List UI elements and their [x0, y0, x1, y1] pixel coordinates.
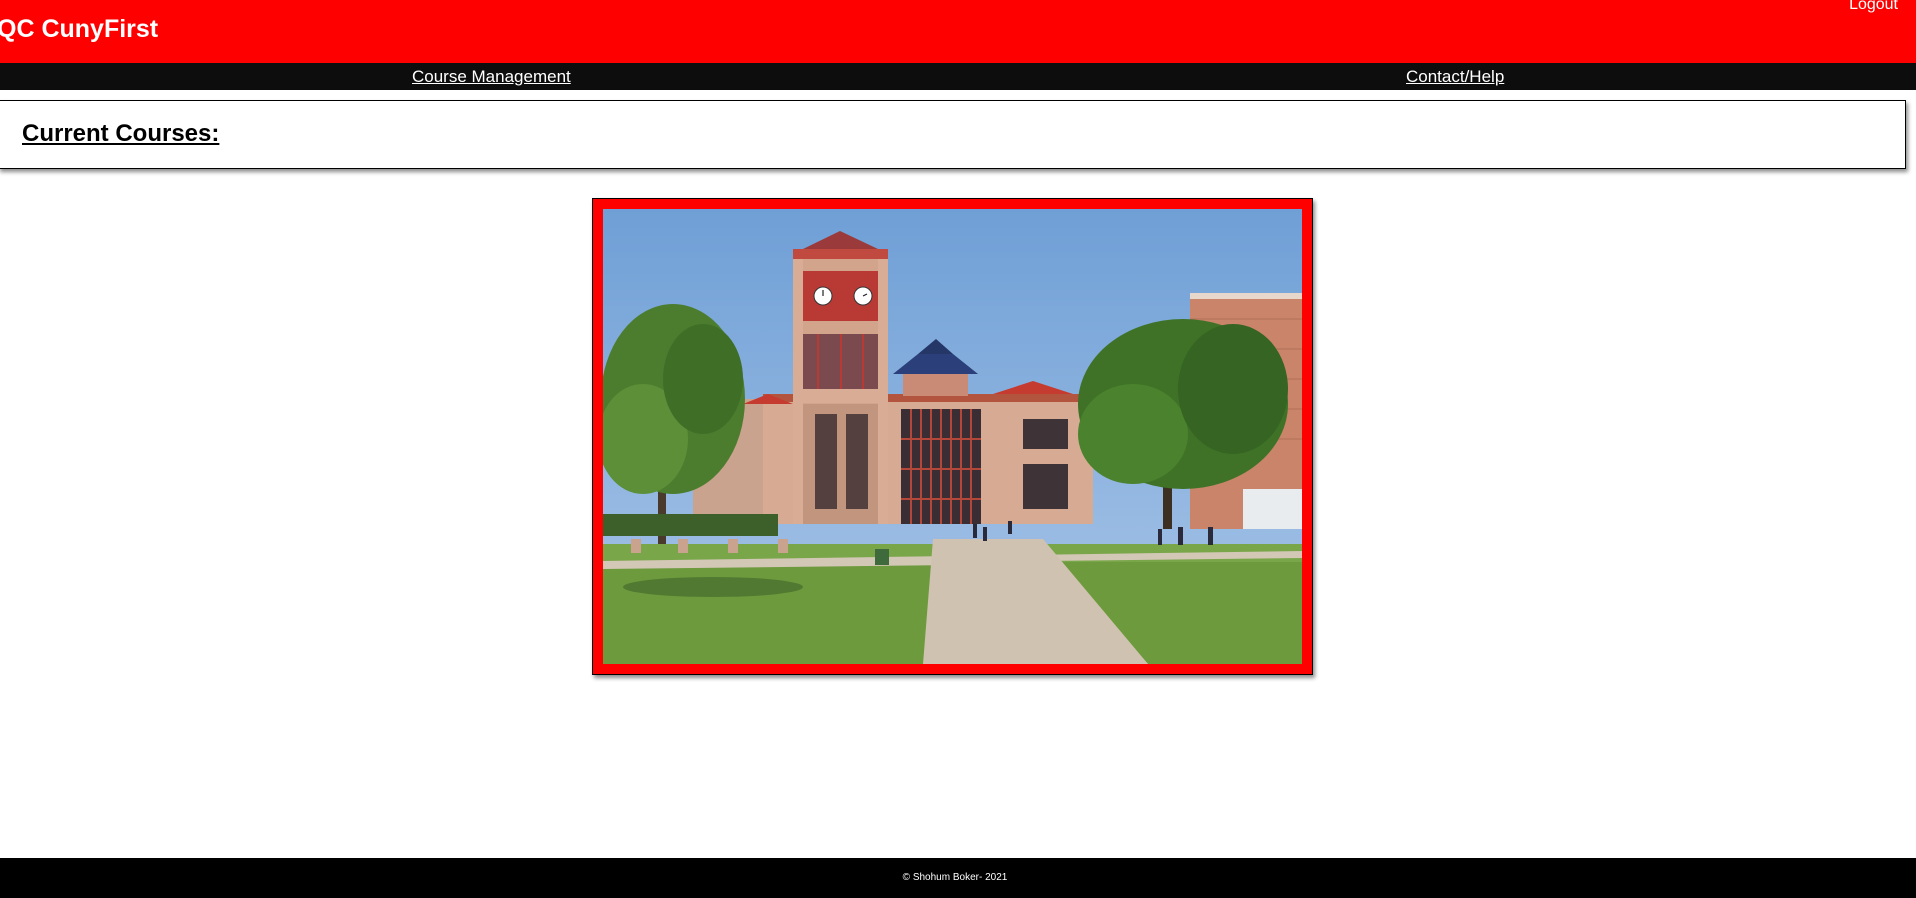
header-bar: QC CunyFirst Logout: [0, 0, 1916, 63]
footer-bar: © Shohum Boker- 2021: [0, 858, 1916, 898]
current-courses-panel: Current Courses:: [0, 100, 1906, 169]
nav-contact-help-link[interactable]: Contact/Help: [1406, 67, 1504, 87]
nav-course-management-link[interactable]: Course Management: [412, 67, 571, 87]
logout-link[interactable]: Logout: [1849, 0, 1898, 14]
copyright-text: © Shohum Boker- 2021: [902, 872, 1008, 883]
campus-photo-frame: [592, 198, 1313, 675]
campus-photo: [603, 209, 1302, 664]
nav-bar: Course Management Contact/Help: [0, 63, 1916, 90]
site-title: QC CunyFirst: [0, 15, 159, 43]
current-courses-heading: Current Courses:: [22, 120, 220, 147]
